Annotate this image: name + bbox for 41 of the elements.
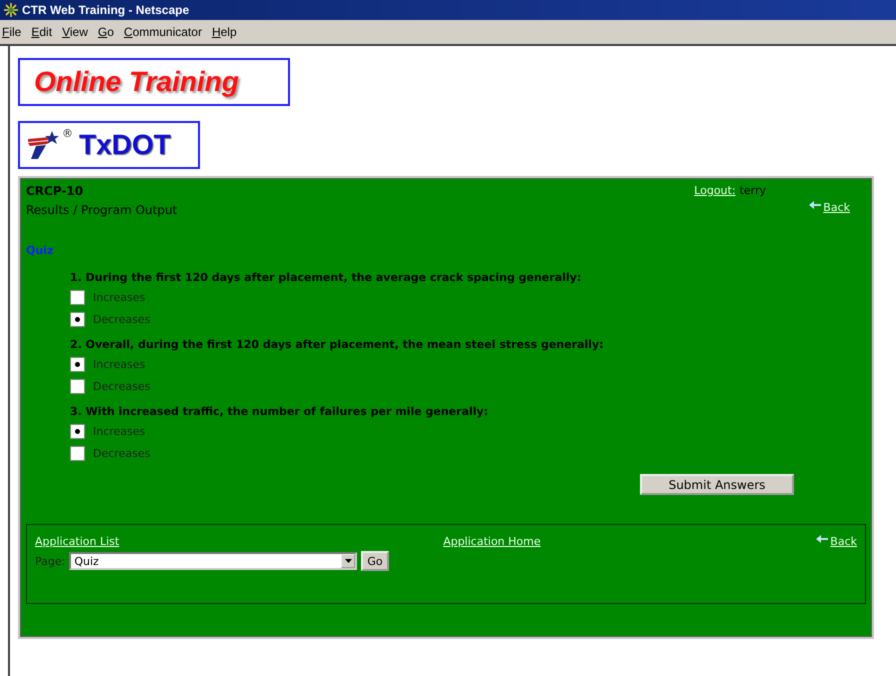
menu-item[interactable]: Go [98, 25, 114, 39]
banner-title: Online Training [34, 66, 239, 98]
registered-mark: ® [62, 127, 73, 140]
logout-link[interactable]: Logout: [694, 184, 736, 197]
left-arrow-icon [816, 535, 828, 543]
option-label: Decreases [93, 446, 150, 460]
menu-item[interactable]: Edit [31, 25, 52, 39]
radio-button[interactable] [70, 290, 85, 304]
question-text: 2. Overall, during the first 120 days after placement, the mean steel stress generally: [70, 338, 605, 351]
quiz-heading: Quiz [26, 244, 54, 257]
course-title: CRCP-10 [26, 184, 84, 198]
option-label: Increases [93, 358, 146, 370]
application-home-link[interactable]: Application Home [443, 535, 541, 548]
radio-button[interactable] [70, 446, 85, 460]
radio-button[interactable] [70, 424, 85, 438]
user-name: terry [740, 184, 766, 197]
left-arrow-icon [809, 201, 822, 209]
star-burst-icon [3, 2, 19, 18]
application-list-link[interactable]: Application List [35, 535, 120, 548]
radio-button[interactable] [70, 356, 85, 372]
option-label: Decreases [93, 312, 150, 326]
submit-button[interactable]: Submit Answers [640, 474, 794, 495]
menu-item[interactable]: File [2, 25, 22, 39]
question-text: 1. During the first 120 days after placement, the average crack spacing generally: [70, 271, 582, 284]
option-label: Increases [93, 424, 146, 438]
section-title: Results / Program Output [26, 203, 178, 217]
radio-button[interactable] [70, 378, 85, 394]
question-text: 3. With increased traffic, the number of failures per mile generally: [70, 405, 490, 418]
menu-item[interactable]: Communicator [124, 25, 202, 39]
menu-item[interactable]: Help [212, 25, 237, 39]
logo-text: TxDOT [79, 129, 171, 161]
menu-item[interactable]: View [62, 25, 88, 39]
option-label: Increases [93, 290, 146, 304]
window-title: CTR Web Training - Netscape [22, 3, 190, 17]
page-dropdown[interactable]: Quiz [69, 552, 358, 570]
option-label: Decreases [93, 380, 150, 392]
back-link[interactable]: Back [830, 535, 857, 548]
back-link[interactable]: Back [823, 201, 850, 214]
radio-button[interactable] [70, 312, 85, 326]
page-label: Page: [35, 554, 66, 568]
go-button[interactable]: Go [361, 551, 389, 571]
